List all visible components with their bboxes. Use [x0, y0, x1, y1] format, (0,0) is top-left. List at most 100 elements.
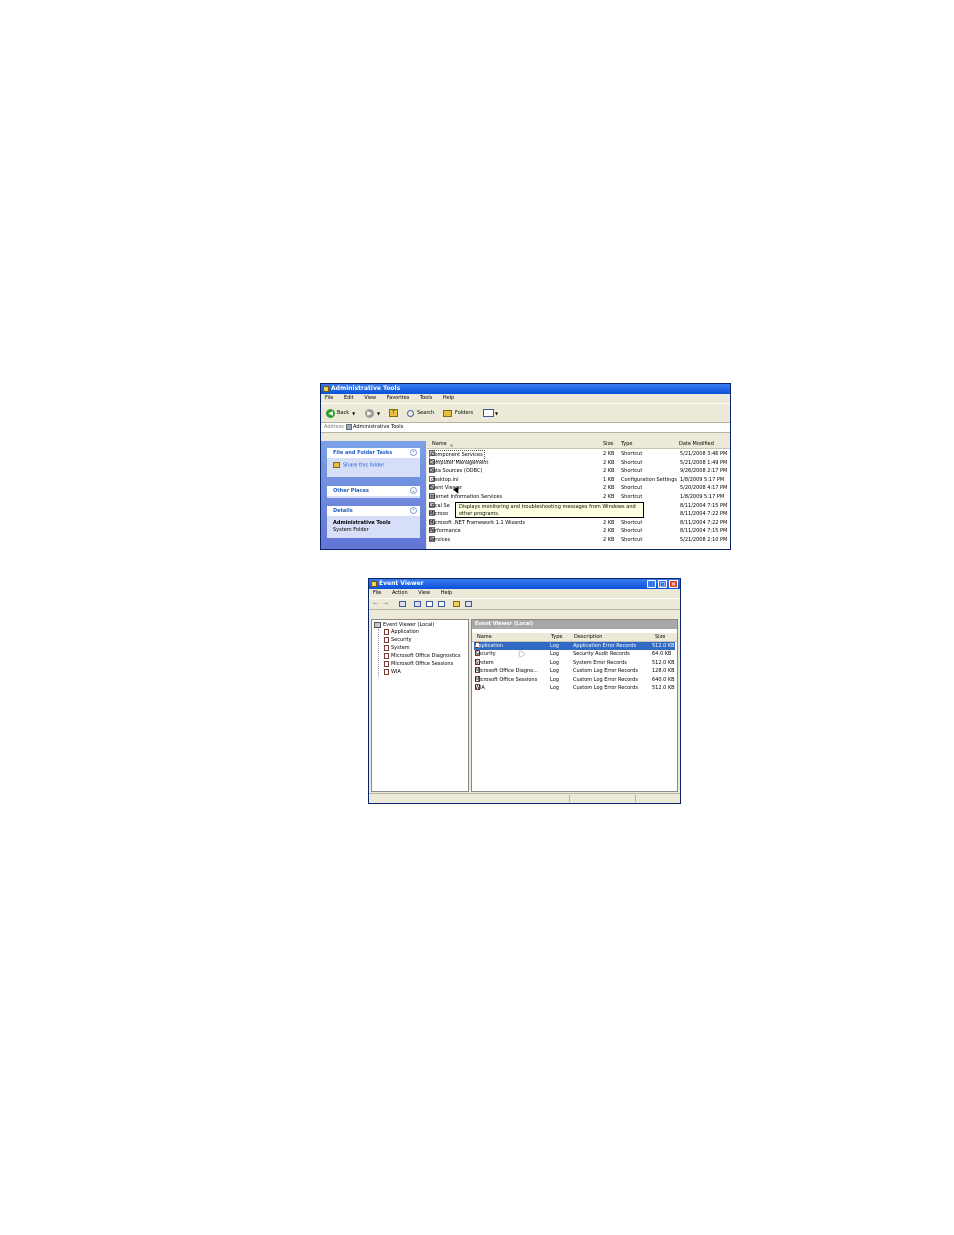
- file-folder-tasks-panel: File and Folder Tasks ⌃ Share this folde…: [327, 448, 420, 477]
- expand-icon[interactable]: ⌄: [410, 487, 417, 494]
- minimize-button[interactable]: _: [647, 580, 656, 588]
- properties-icon[interactable]: [414, 601, 421, 607]
- file-row[interactable]: desktop.ini 1 KB Configuration Settings …: [427, 475, 730, 485]
- file-size: 2 KB: [603, 494, 615, 500]
- log-row-selected[interactable]: Application Log Application Error Record…: [474, 642, 675, 651]
- toolbar: ← →: [369, 598, 680, 610]
- file-row[interactable]: Component Services 2 KB Shortcut 5/21/20…: [427, 450, 730, 461]
- file-date: 5/21/2008 2:10 PM: [680, 537, 728, 543]
- share-folder-link[interactable]: Share this folder: [327, 458, 420, 469]
- collapse-icon[interactable]: ⌃: [410, 449, 417, 456]
- col-description[interactable]: Description: [574, 633, 602, 641]
- menu-action[interactable]: Action: [392, 590, 408, 596]
- back-arrow-icon[interactable]: ←: [373, 600, 378, 607]
- col-name[interactable]: Name: [432, 441, 447, 448]
- tree-item-system[interactable]: System: [384, 644, 410, 652]
- col-name[interactable]: Name: [477, 633, 492, 641]
- col-size[interactable]: Size: [603, 441, 613, 448]
- tree-item-office-diagnostics[interactable]: Microsoft Office Diagnostics: [384, 652, 461, 660]
- file-size: 2 KB: [603, 537, 615, 543]
- file-date: 8/11/2004 7:15 PM: [680, 502, 728, 509]
- menu-help[interactable]: Help: [441, 590, 452, 596]
- file-name: Computer Management: [429, 459, 489, 466]
- col-type[interactable]: Type: [551, 633, 562, 641]
- up-level-icon[interactable]: [399, 601, 406, 607]
- log-size: 128.0 KB: [652, 668, 675, 675]
- up-folder-button[interactable]: ↑: [389, 404, 398, 422]
- admin-tools-titlebar[interactable]: Administrative Tools: [321, 384, 730, 394]
- tree-item-label: Application: [391, 629, 419, 635]
- file-date: 8/11/2004 7:15 PM: [680, 528, 728, 535]
- file-size: 2 KB: [603, 451, 615, 457]
- forward-arrow-icon[interactable]: →: [383, 600, 388, 607]
- file-name: Local Se: [429, 502, 450, 509]
- close-button[interactable]: ×: [669, 580, 678, 588]
- col-type[interactable]: Type: [621, 441, 632, 448]
- folders-label: Folders: [455, 410, 474, 416]
- file-row[interactable]: Event Viewer 2 KB Shortcut 5/20/2008 4:1…: [427, 484, 730, 493]
- status-divider: [635, 795, 636, 802]
- menu-view[interactable]: View: [418, 590, 430, 596]
- file-row[interactable]: Internet Information Services 2 KB Short…: [427, 493, 730, 502]
- chevron-down-icon: ▼: [495, 410, 499, 416]
- collapse-icon[interactable]: ⌃: [410, 507, 417, 514]
- folders-button[interactable]: Folders: [443, 404, 473, 422]
- details-header[interactable]: Details ⌃: [327, 506, 420, 516]
- folders-icon: [443, 409, 452, 417]
- file-type: Shortcut: [621, 537, 643, 543]
- tree-item-security[interactable]: Security: [384, 636, 412, 644]
- chevron-down-icon: ▼: [352, 410, 356, 416]
- log-icon: [384, 668, 389, 675]
- menu-file[interactable]: File: [325, 395, 333, 401]
- log-row[interactable]: Security Log Security Audit Records 64.0…: [474, 650, 675, 658]
- col-date[interactable]: Date Modified: [679, 441, 714, 448]
- log-row[interactable]: Microsoft Office Sessions Log Custom Log…: [474, 675, 675, 684]
- log-type: Log: [550, 676, 559, 683]
- help-icon[interactable]: [453, 601, 460, 607]
- menu-file[interactable]: File: [373, 590, 381, 596]
- file-folder-tasks-title: File and Folder Tasks: [333, 450, 393, 456]
- address-bar: Address Administrative Tools: [321, 423, 730, 433]
- file-type: Shortcut: [621, 494, 643, 500]
- tree-item-office-sessions[interactable]: Microsoft Office Sessions: [384, 660, 453, 668]
- file-name: Microsoft .NET Framework 1.1 Wizards: [429, 519, 525, 526]
- show-tree-icon[interactable]: [426, 601, 433, 607]
- menu-help[interactable]: Help: [443, 395, 454, 401]
- file-name: Services: [429, 537, 451, 543]
- sort-arrow-icon: ▲: [450, 442, 454, 447]
- back-arrow-icon: ◀: [326, 408, 335, 418]
- menu-favorites[interactable]: Favorites: [387, 395, 410, 401]
- export-list-icon[interactable]: [438, 601, 445, 607]
- tree-connector: [378, 629, 379, 677]
- view-icon[interactable]: [465, 601, 472, 607]
- log-row[interactable]: WIA Log Custom Log Error Records 512.0 K…: [474, 684, 675, 692]
- menu-tools[interactable]: Tools: [420, 395, 432, 401]
- folder-icon: [323, 386, 329, 392]
- file-row[interactable]: Microsoft .NET Framework 1.1 Wizards 2 K…: [427, 518, 730, 528]
- maximize-button[interactable]: □: [658, 580, 667, 588]
- menu-edit[interactable]: Edit: [344, 395, 354, 401]
- log-type: Log: [550, 668, 559, 675]
- menu-view[interactable]: View: [364, 395, 376, 401]
- tree-item-wia[interactable]: WIA: [384, 668, 401, 676]
- forward-button[interactable]: ▶ ▼: [365, 404, 380, 422]
- file-row[interactable]: Data Sources (ODBC) 2 KB Shortcut 9/26/2…: [427, 467, 730, 476]
- file-row[interactable]: Performance 2 KB Shortcut 8/11/2004 7:15…: [427, 527, 730, 536]
- file-folder-tasks-header[interactable]: File and Folder Tasks ⌃: [327, 448, 420, 458]
- other-places-header[interactable]: Other Places ⌄: [327, 486, 420, 496]
- col-size[interactable]: Size: [655, 633, 665, 641]
- log-row[interactable]: System Log System Error Records 512.0 KB: [474, 658, 675, 667]
- log-name: Microsoft Office Sessions: [475, 676, 538, 683]
- tree-item-application[interactable]: Application: [384, 628, 419, 636]
- file-row[interactable]: Computer Management 2 KB Shortcut 5/21/2…: [427, 458, 730, 468]
- status-bar: [369, 793, 680, 803]
- file-row[interactable]: Services 2 KB Shortcut 5/21/2008 2:10 PM: [427, 536, 730, 545]
- address-input[interactable]: Administrative Tools: [346, 423, 728, 431]
- back-button[interactable]: ◀ Back ▼: [326, 404, 355, 422]
- event-viewer-titlebar[interactable]: Event Viewer _ □ ×: [369, 579, 680, 589]
- views-button[interactable]: ▼: [483, 404, 498, 422]
- log-row[interactable]: Microsoft Office Diagno... Log Custom Lo…: [474, 667, 675, 675]
- log-type: Log: [550, 659, 559, 666]
- search-button[interactable]: Search: [407, 404, 434, 422]
- other-places-title: Other Places: [333, 488, 369, 494]
